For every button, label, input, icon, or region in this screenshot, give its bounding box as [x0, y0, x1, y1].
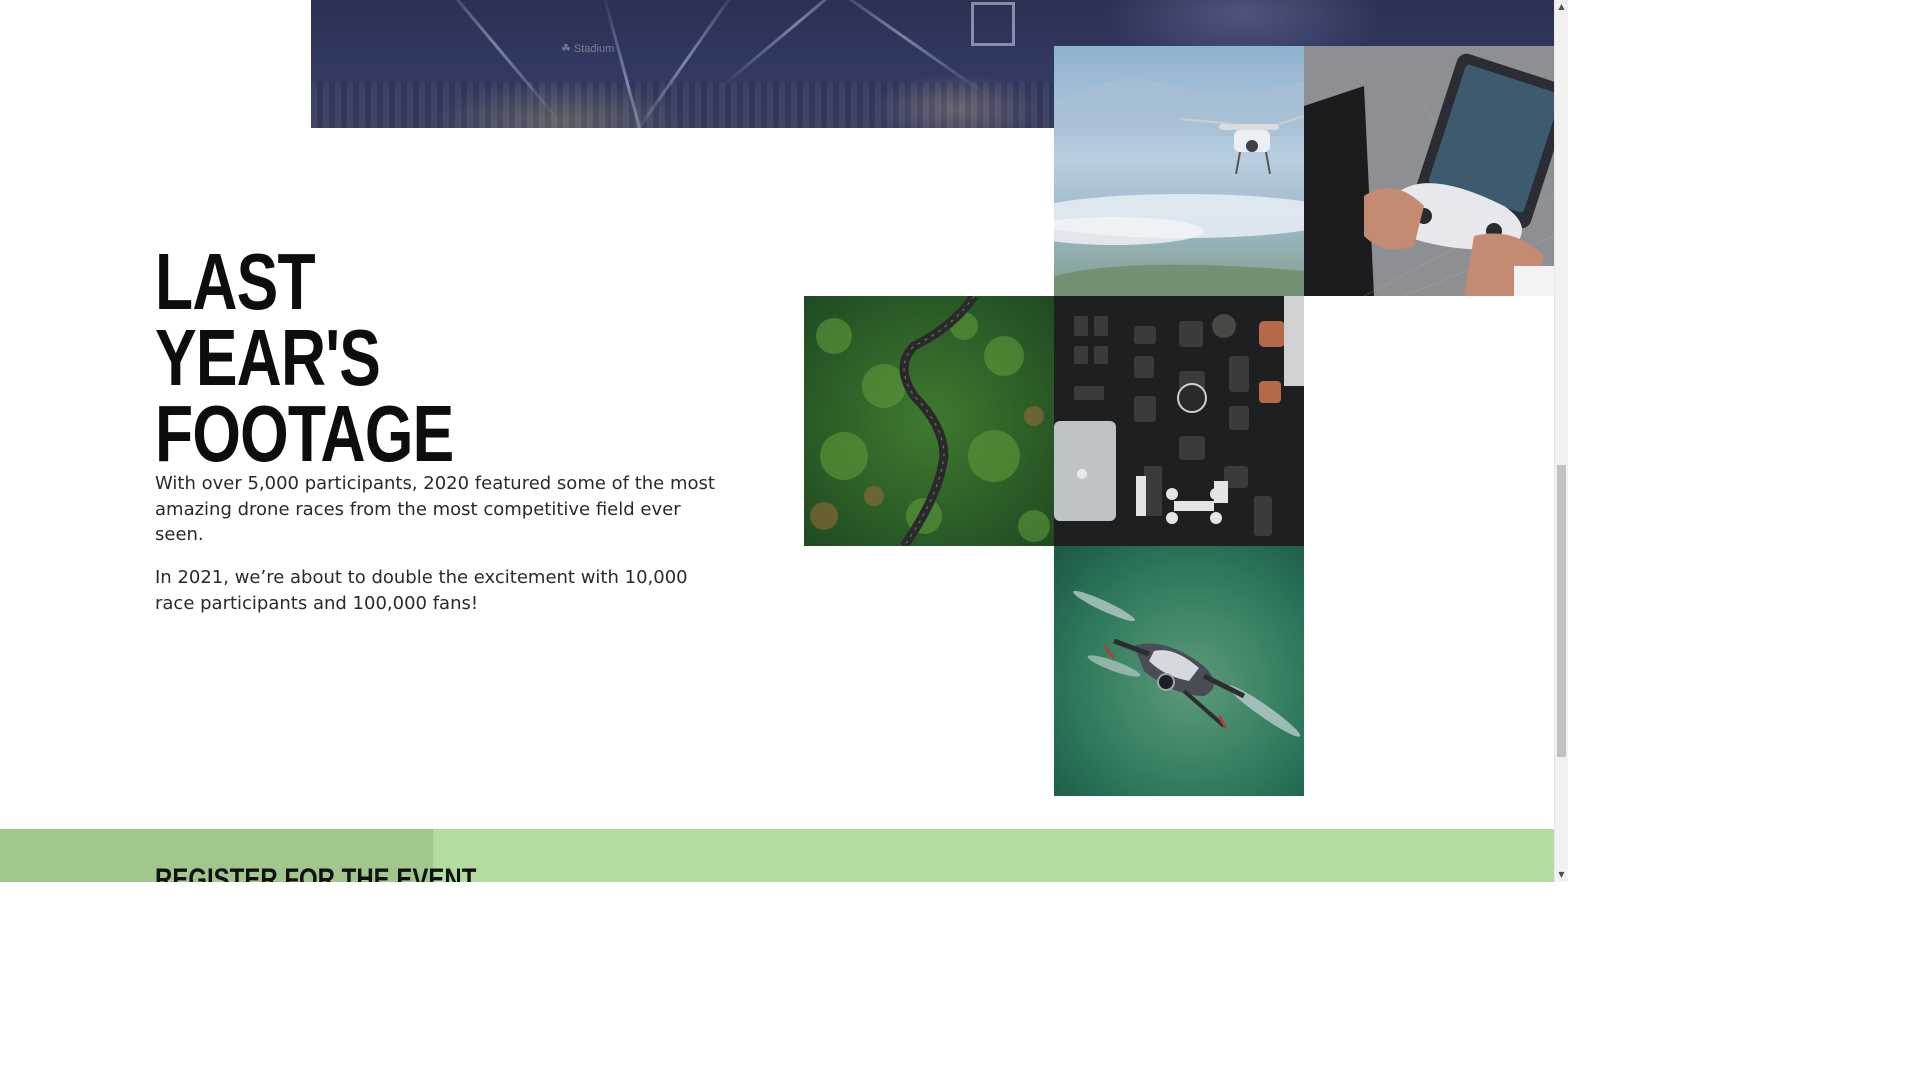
scroll-up-arrow-icon[interactable]: ▲ — [1555, 0, 1568, 14]
light-beam — [718, 0, 874, 90]
section-title-line1: LAST YEAR'S — [155, 237, 381, 402]
followup-paragraph: In 2021, we’re about to double the excit… — [155, 567, 688, 614]
winding-forest-road-photo — [804, 296, 1054, 546]
section-title-line2: FOOTAGE — [155, 389, 454, 478]
page: ☘ Stadium LAST YEAR'S FOOTAGE With over … — [0, 0, 1568, 882]
stadium-screen — [971, 2, 1015, 46]
intro-paragraph: With over 5,000 participants, 2020 featu… — [155, 473, 715, 545]
register-section: REGISTER FOR THE EVENT — [0, 829, 1554, 882]
drone-over-clouds-photo — [1054, 46, 1304, 296]
scroll-down-arrow-icon[interactable]: ▼ — [1555, 868, 1568, 882]
hands-holding-controller-photo — [1304, 46, 1554, 296]
drone-green-background-photo — [1054, 546, 1304, 796]
register-title: REGISTER FOR THE EVENT — [155, 863, 477, 882]
camera-gear-flatlay-photo — [1054, 296, 1304, 546]
scrollbar-thumb[interactable] — [1557, 465, 1566, 757]
section-title: LAST YEAR'S FOOTAGE — [155, 242, 483, 474]
stadium-sponsor-sign: ☘ Stadium — [561, 43, 615, 55]
page-scrollbar[interactable]: ▲ ▼ — [1554, 0, 1568, 882]
